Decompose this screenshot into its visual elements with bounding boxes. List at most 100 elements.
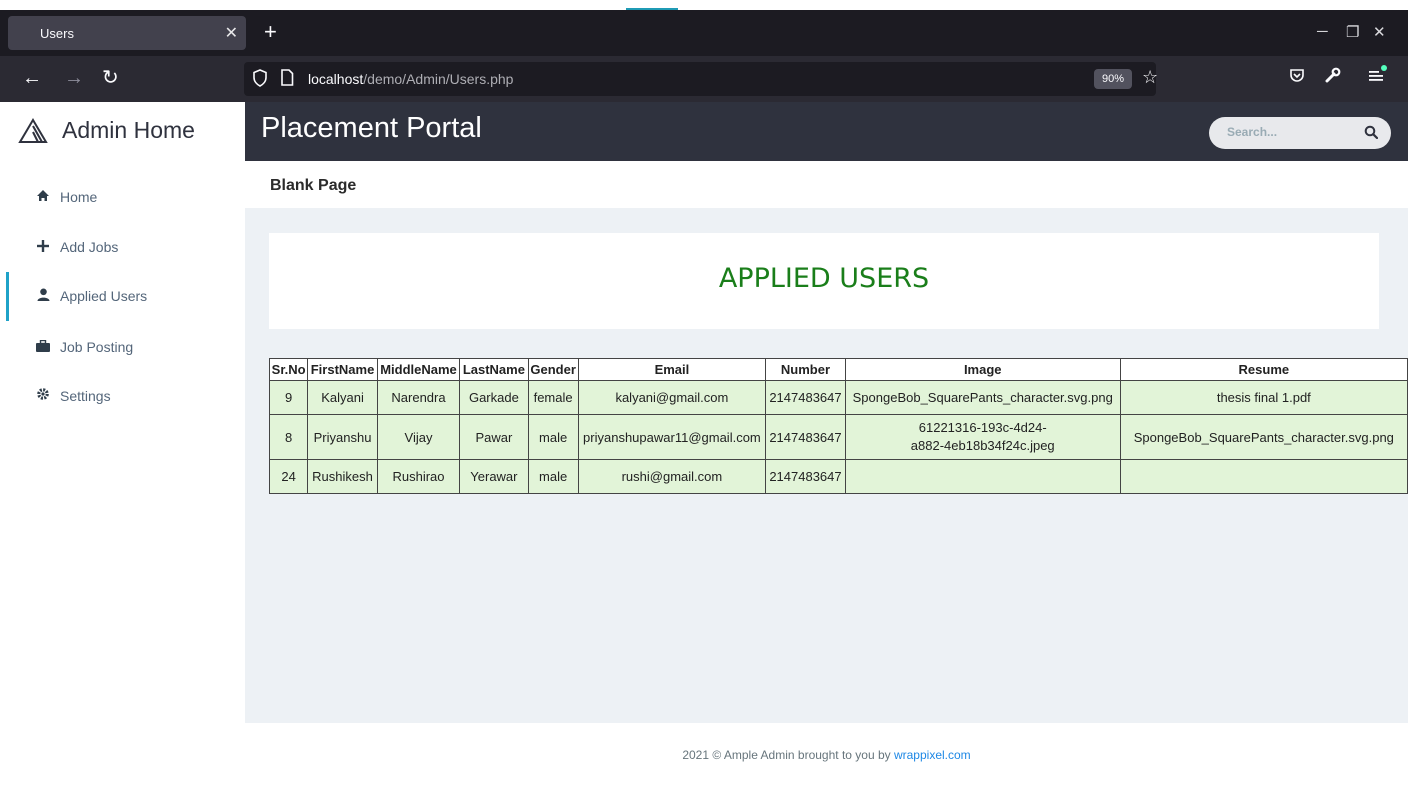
column-header: Image (844, 358, 1121, 381)
active-indicator (6, 272, 9, 321)
plus-icon (34, 239, 52, 255)
cell-firstname: Rushikesh (307, 459, 378, 494)
column-header: MiddleName (376, 358, 461, 381)
cell-resume (1119, 459, 1408, 494)
card-title: APPLIED USERS (718, 263, 930, 294)
browser-tab[interactable]: Users ✕ (8, 16, 246, 50)
table-header-row: Sr.No FirstName MiddleName LastName Gend… (268, 358, 1408, 381)
new-tab-button[interactable]: + (264, 21, 277, 43)
tab-title: Users (40, 25, 74, 41)
cell-lastname: Garkade (459, 380, 529, 415)
search-input[interactable] (1227, 125, 1357, 139)
cell-firstname: Kalyani (307, 380, 378, 415)
cell-lastname: Pawar (459, 414, 529, 460)
sidebar-item-label: Job Posting (60, 339, 134, 355)
cell-srno: 9 (268, 380, 309, 415)
sidebar-item-applied-users[interactable]: Applied Users (34, 288, 147, 304)
sidebar-item-label: Settings (60, 387, 111, 404)
search-icon[interactable] (1364, 125, 1379, 144)
users-table: Sr.No FirstName MiddleName LastName Gend… (268, 358, 1408, 494)
reload-icon[interactable]: ↻ (102, 67, 119, 89)
cell-resume: thesis final 1.pdf (1119, 380, 1408, 415)
cell-image: 61221316-193c-4d24-a882-4eb18b34f24c.jpe… (844, 414, 1121, 460)
back-icon[interactable]: ← (22, 67, 42, 89)
url-path: /demo/Admin/Users.php (363, 71, 514, 87)
cell-firstname: Priyanshu (307, 414, 378, 460)
column-header: Email (577, 358, 767, 381)
search-box[interactable] (1209, 117, 1391, 149)
wrench-icon[interactable] (1325, 67, 1341, 88)
column-header: Gender (527, 358, 579, 381)
page-title-bar: Blank Page (245, 161, 1408, 208)
brand[interactable]: Admin Home (18, 117, 195, 144)
cell-lastname: Yerawar (459, 459, 529, 494)
footer: 2021 © Ample Admin brought to you by wra… (245, 723, 1408, 787)
applied-users-card: APPLIED USERS (269, 233, 1379, 329)
minimize-icon[interactable]: ─ (1317, 23, 1328, 40)
column-header: LastName (459, 358, 529, 381)
column-header: Number (765, 358, 846, 381)
url-text[interactable]: localhost/demo/Admin/Users.php (308, 71, 513, 87)
cell-srno: 8 (268, 414, 309, 460)
address-bar[interactable]: localhost/demo/Admin/Users.php 90% ☆ (244, 62, 1158, 96)
briefcase-icon (34, 339, 52, 355)
table-row: 8 Priyanshu Vijay Pawar male priyanshupa… (268, 414, 1408, 460)
logo-icon (18, 117, 48, 143)
sidebar-item-home[interactable]: Home (34, 189, 97, 205)
bookmark-star-icon[interactable]: ☆ (1142, 67, 1158, 88)
brand-title: Admin Home (62, 117, 195, 143)
image-filename: 61221316-193c-4d24-a882-4eb18b34f24c.jpe… (910, 420, 1055, 453)
sidebar: Admin Home Home Add Jobs Applied Users J… (0, 102, 245, 787)
sidebar-item-label: Applied Users (60, 288, 148, 304)
main-content: Placement Portal Blank Page APPLIED USER… (245, 102, 1408, 787)
cell-middlename: Narendra (376, 380, 461, 415)
cell-email: kalyani@gmail.com (577, 380, 767, 415)
cell-middlename: Rushirao (376, 459, 461, 494)
window-top-strip (0, 0, 1408, 10)
sidebar-item-job-posting[interactable]: Job Posting (34, 339, 133, 355)
cell-image (844, 459, 1121, 494)
url-host: localhost (308, 71, 364, 87)
cell-resume: SpongeBob_SquarePants_character.svg.png (1119, 414, 1408, 460)
page-icon[interactable] (280, 69, 294, 90)
update-badge (1381, 65, 1387, 71)
table-row: 9 Kalyani Narendra Garkade female kalyan… (268, 380, 1408, 415)
column-header: FirstName (307, 358, 378, 381)
cell-gender: male (527, 459, 579, 494)
home-icon (34, 189, 52, 205)
cell-gender: female (527, 380, 579, 415)
column-header: Sr.No (268, 358, 309, 381)
gear-icon (34, 387, 52, 404)
restore-icon[interactable]: ❐ (1346, 23, 1359, 41)
tab-close-icon[interactable]: ✕ (225, 23, 238, 43)
browser-nav-bar: ← → ↻ localhost/demo/Admin/Users.php 90%… (0, 56, 1408, 102)
cell-email: priyanshupawar11@gmail.com (577, 414, 767, 460)
cell-middlename: Vijay (376, 414, 461, 460)
cell-number: 2147483647 (765, 414, 846, 460)
footer-copyright: 2021 © Ample Admin brought to you by (682, 748, 894, 762)
sidebar-item-label: Home (60, 189, 98, 205)
cell-srno: 24 (268, 459, 309, 494)
column-header: Resume (1119, 358, 1408, 381)
sidebar-item-add-jobs[interactable]: Add Jobs (34, 239, 118, 255)
user-icon (34, 288, 52, 304)
zoom-level[interactable]: 90% (1094, 69, 1132, 89)
sidebar-item-settings[interactable]: Settings (34, 387, 111, 404)
sidebar-item-label: Add Jobs (60, 239, 119, 255)
footer-text: 2021 © Ample Admin brought to you by wra… (245, 748, 1408, 762)
top-header: Placement Portal (245, 102, 1408, 161)
shield-icon[interactable] (252, 69, 268, 91)
portal-title: Placement Portal (261, 112, 482, 144)
browser-tab-bar: Users ✕ + ─ ❐ ✕ (0, 10, 1408, 56)
cell-gender: male (527, 414, 579, 460)
cell-number: 2147483647 (765, 380, 846, 415)
cell-image: SpongeBob_SquarePants_character.svg.png (844, 380, 1121, 415)
window-close-icon[interactable]: ✕ (1373, 23, 1386, 41)
cell-email: rushi@gmail.com (577, 459, 767, 494)
pocket-icon[interactable] (1289, 67, 1305, 88)
footer-link[interactable]: wrappixel.com (894, 748, 971, 762)
table-row: 24 Rushikesh Rushirao Yerawar male rushi… (268, 459, 1408, 494)
cell-number: 2147483647 (765, 459, 846, 494)
page-title: Blank Page (270, 177, 357, 194)
forward-icon[interactable]: → (64, 67, 84, 89)
